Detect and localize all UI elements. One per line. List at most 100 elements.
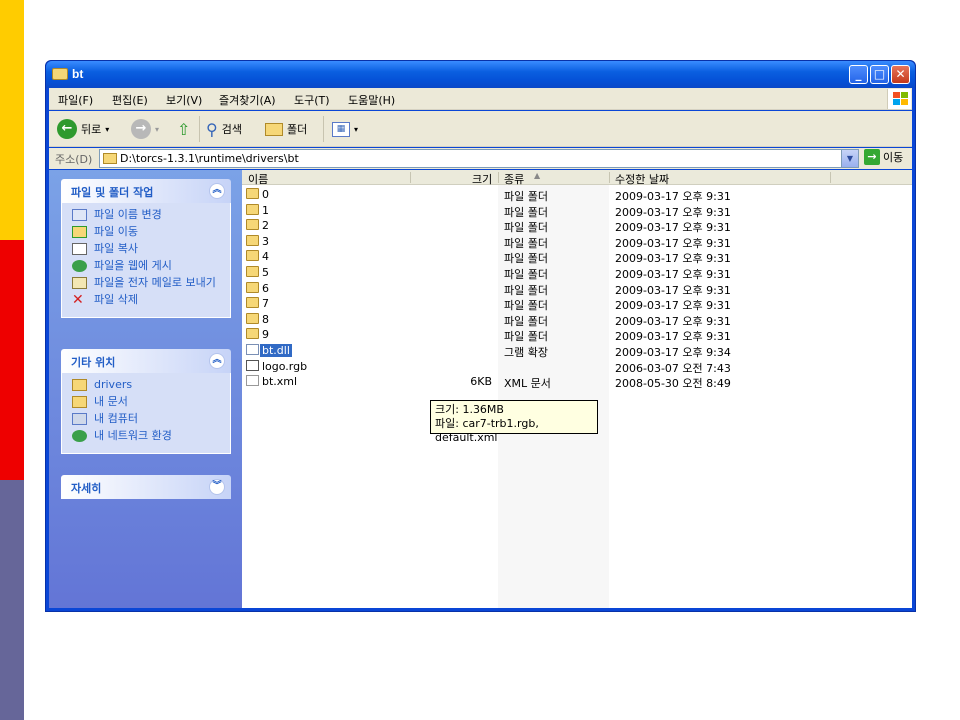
- up-folder-button[interactable]: ⇧: [177, 117, 190, 141]
- task-copy[interactable]: 파일 복사: [72, 243, 230, 255]
- slide-stripe-purple: [0, 480, 24, 720]
- folders-button[interactable]: 폴더: [265, 117, 307, 141]
- file-row[interactable]: 6 파일 폴더 2009-03-17 오후 9:31: [242, 281, 912, 297]
- close-button[interactable]: ✕: [891, 65, 910, 84]
- folder-icon: [72, 379, 87, 391]
- file-row[interactable]: 1 파일 폴더 2009-03-17 오후 9:31: [242, 203, 912, 219]
- folder-icon: [246, 203, 259, 215]
- move-icon: [72, 226, 87, 238]
- menu-edit[interactable]: 편집(E): [112, 92, 148, 108]
- column-date[interactable]: 수정한 날짜: [615, 171, 669, 186]
- folder-icon: [246, 234, 259, 246]
- file-row[interactable]: bt.xml 6KB XML 문서 2008-05-30 오전 8:49: [242, 374, 912, 391]
- task-publish-web[interactable]: 파일을 웹에 게시: [72, 260, 230, 272]
- folder-icon: [246, 312, 259, 324]
- address-input[interactable]: D:\torcs-1.3.1\runtime\drivers\bt ▼: [99, 149, 859, 168]
- file-row[interactable]: 7 파일 폴더 2009-03-17 오후 9:31: [242, 296, 912, 313]
- file-name: bt.xml: [262, 375, 298, 389]
- column-type[interactable]: 종류: [504, 171, 524, 186]
- search-button[interactable]: ⚲ 검색: [206, 117, 242, 141]
- collapse-icon[interactable]: ︽: [209, 183, 225, 199]
- details-header[interactable]: 자세히 ︾: [61, 475, 231, 499]
- file-name: 6: [262, 281, 269, 295]
- copy-icon: [72, 243, 87, 255]
- file-date: 2006-03-07 오전 7:43: [615, 361, 731, 375]
- task-move[interactable]: 파일 이동: [72, 226, 230, 238]
- title-bar[interactable]: bt _ □ ✕: [46, 61, 915, 88]
- file-name: 8: [262, 312, 269, 326]
- task-email[interactable]: 파일을 전자 메일로 보내기: [72, 277, 230, 289]
- menu-tools[interactable]: 도구(T): [294, 92, 330, 108]
- go-button[interactable]: → 이동: [864, 149, 903, 165]
- views-dropdown-icon[interactable]: ▾: [354, 125, 358, 134]
- file-type: 파일 폴더: [504, 205, 548, 219]
- forward-dropdown-icon[interactable]: ▾: [155, 125, 159, 134]
- file-type: 그램 확장: [504, 346, 548, 359]
- task-rename[interactable]: 파일 이름 변경: [72, 209, 230, 221]
- folder-icon: [52, 68, 68, 80]
- sort-ascending-icon: ▲: [534, 171, 541, 180]
- task-delete[interactable]: ✕ 파일 삭제: [72, 292, 230, 308]
- task-label: 파일 삭제: [94, 293, 138, 306]
- column-divider[interactable]: [410, 172, 411, 183]
- column-size[interactable]: 크기: [472, 171, 492, 186]
- views-button[interactable]: ▦ ▾: [332, 117, 358, 141]
- maximize-button[interactable]: □: [870, 65, 889, 84]
- file-row[interactable]: 3 파일 폴더 2009-03-17 오후 9:31: [242, 234, 912, 250]
- task-label: 파일 이름 변경: [94, 208, 162, 221]
- back-dropdown-icon[interactable]: ▾: [105, 125, 109, 134]
- column-name[interactable]: 이름: [248, 171, 268, 186]
- file-tasks-list: 파일 이름 변경 파일 이동 파일 복사 파일을 웹에 게시 파일을 전자 메일…: [61, 203, 231, 318]
- folders-label: 폴더: [287, 123, 308, 136]
- address-dropdown-icon[interactable]: ▼: [841, 150, 858, 167]
- file-row[interactable]: 4 파일 폴더 2009-03-17 오후 9:31: [242, 249, 912, 266]
- back-button[interactable]: ← 뒤로 ▾: [57, 117, 109, 141]
- place-network[interactable]: 내 네트워크 환경: [72, 430, 230, 442]
- file-row[interactable]: 0 파일 폴더 2009-03-17 오후 9:31: [242, 187, 912, 203]
- file-list: 이름 크기 종류 ▲ 수정한 날짜 0 파일 폴더 2009-03-17 오후 9:…: [242, 170, 912, 608]
- file-row[interactable]: 9 파일 폴더 2009-03-17 오후 9:31: [242, 327, 912, 343]
- other-places-header[interactable]: 기타 위치 ︽: [61, 349, 231, 373]
- tooltip-size: 크기: 1.36MB: [435, 403, 504, 416]
- minimize-button[interactable]: _: [849, 65, 868, 84]
- menu-favorites[interactable]: 즐겨찾기(A): [219, 92, 276, 108]
- place-drivers[interactable]: drivers: [72, 379, 230, 391]
- column-divider[interactable]: [830, 172, 831, 183]
- column-divider[interactable]: [498, 172, 499, 183]
- task-label: 파일을 전자 메일로 보내기: [94, 276, 216, 289]
- task-label: 파일을 웹에 게시: [94, 259, 172, 272]
- file-date: 2009-03-17 오후 9:31: [615, 299, 731, 313]
- file-date: 2009-03-17 오후 9:31: [615, 283, 731, 297]
- network-icon: [72, 430, 87, 442]
- forward-button[interactable]: → ▾: [131, 117, 159, 141]
- menu-view[interactable]: 보기(V): [166, 92, 202, 108]
- folder-icon: [246, 297, 259, 309]
- file-icon: [246, 359, 259, 371]
- rename-icon: [72, 209, 87, 221]
- file-row[interactable]: logo.rgb 2006-03-07 오전 7:43: [242, 359, 912, 375]
- file-row[interactable]: bt.dll 그램 확장 2009-03-17 오후 9:34: [242, 343, 912, 359]
- windows-logo-icon: [887, 89, 911, 109]
- folder-icon: [246, 328, 259, 340]
- file-row[interactable]: 8 파일 폴더 2009-03-17 오후 9:31: [242, 312, 912, 328]
- menu-help[interactable]: 도움말(H): [348, 92, 395, 108]
- expand-icon[interactable]: ︾: [209, 479, 225, 495]
- file-row[interactable]: 2 파일 폴더 2009-03-17 오후 9:31: [242, 218, 912, 234]
- globe-icon: [72, 260, 87, 272]
- column-divider[interactable]: [609, 172, 610, 183]
- place-label: 내 컴퓨터: [94, 412, 138, 425]
- file-type: XML 문서: [504, 377, 551, 391]
- place-my-computer[interactable]: 내 컴퓨터: [72, 413, 230, 425]
- file-date: 2009-03-17 오후 9:31: [615, 236, 731, 250]
- collapse-icon[interactable]: ︽: [209, 353, 225, 369]
- file-size: 6KB: [470, 375, 492, 389]
- file-name: 0: [262, 188, 269, 201]
- menu-file[interactable]: 파일(F): [58, 92, 93, 108]
- file-row[interactable]: 5 파일 폴더 2009-03-17 오후 9:31: [242, 265, 912, 281]
- delete-icon: ✕: [72, 292, 84, 308]
- folder-icon: [246, 219, 259, 231]
- file-tasks-header[interactable]: 파일 및 폴더 작업 ︽: [61, 179, 231, 203]
- file-type: 파일 폴더: [504, 190, 548, 203]
- file-date: 2009-03-17 오후 9:31: [615, 252, 731, 266]
- place-my-documents[interactable]: 내 문서: [72, 396, 230, 408]
